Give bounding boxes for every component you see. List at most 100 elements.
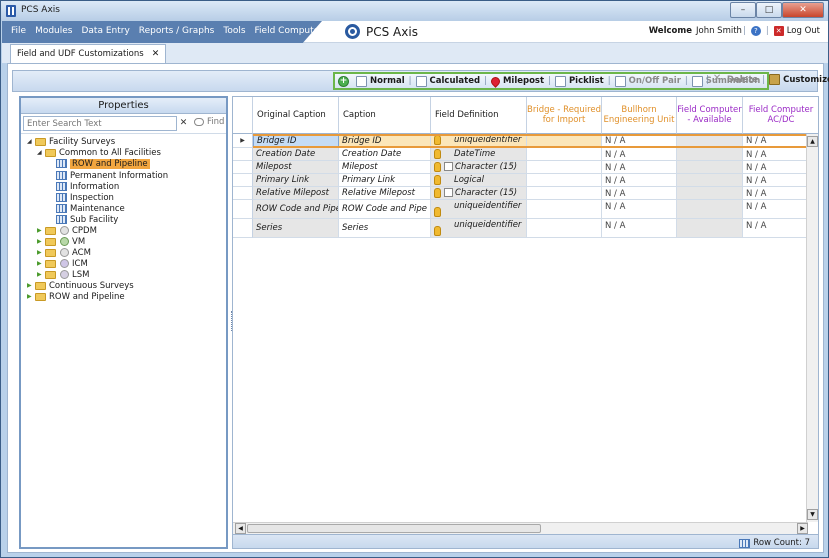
cell-caption[interactable]: Primary Link <box>339 174 431 187</box>
cell-fc-acdc[interactable]: N / A <box>743 200 808 219</box>
cell-field-definition[interactable]: Character (15) <box>431 161 527 174</box>
tree-node-cpdm[interactable]: ▶ CPDM <box>37 225 97 236</box>
cell-field-definition[interactable]: uniqueidentifier <box>431 134 527 148</box>
cell-bridge-required[interactable] <box>527 219 602 238</box>
tree-node-row-and-pipeline[interactable]: ROW and Pipeline <box>56 158 150 169</box>
cell-caption[interactable]: Milepost <box>339 161 431 174</box>
scroll-up-icon[interactable]: ▲ <box>807 136 818 147</box>
cell-bullhorn-unit[interactable]: N / A <box>602 134 677 148</box>
col-header-caption[interactable]: Caption <box>339 97 431 134</box>
scroll-left-icon[interactable]: ◀ <box>235 523 246 534</box>
vertical-scrollbar[interactable]: ▲ ▼ <box>806 134 818 522</box>
cell-fc-acdc[interactable]: N / A <box>743 134 808 148</box>
cell-fc-available[interactable] <box>677 148 743 161</box>
tree-node-icm[interactable]: ▶ ICM <box>37 258 88 269</box>
cell-fc-acdc[interactable]: N / A <box>743 187 808 200</box>
customize-button[interactable]: Customize <box>769 74 829 85</box>
scroll-right-icon[interactable]: ▶ <box>797 523 808 534</box>
cell-fc-available[interactable] <box>677 187 743 200</box>
cell-field-definition[interactable]: Character (15) <box>431 187 527 200</box>
tree-node-maintenance[interactable]: Maintenance <box>56 203 125 214</box>
cell-bullhorn-unit[interactable]: N / A <box>602 187 677 200</box>
cell-field-definition[interactable]: uniqueidentifier <box>431 200 527 219</box>
maximize-button[interactable]: □ <box>756 2 782 18</box>
tree-node-facility-surveys[interactable]: ◢ Facility Surveys <box>27 136 115 147</box>
cell-bullhorn-unit[interactable]: N / A <box>602 161 677 174</box>
cell-fc-acdc[interactable]: N / A <box>743 219 808 238</box>
delete-button[interactable]: ✕ Delete <box>713 74 758 85</box>
menu-reports-graphs[interactable]: Reports / Graphs <box>139 26 215 36</box>
horizontal-scroll-thumb[interactable] <box>247 524 541 533</box>
normal-button[interactable]: Normal <box>356 75 405 87</box>
tree-node-acm[interactable]: ▶ ACM <box>37 247 91 258</box>
cell-bridge-required[interactable] <box>527 134 602 148</box>
tree-node-inspection[interactable]: Inspection <box>56 192 114 203</box>
cell-bridge-required[interactable] <box>527 148 602 161</box>
tree-node-permanent-information[interactable]: Permanent Information <box>56 170 168 181</box>
cell-caption[interactable]: Relative Milepost <box>339 187 431 200</box>
cell-bridge-required[interactable] <box>527 174 602 187</box>
tree-node-continuous-surveys[interactable]: ▶ Continuous Surveys <box>27 280 134 291</box>
cell-original-caption[interactable]: ROW Code and Pipe <box>253 200 339 219</box>
cell-fc-available[interactable] <box>677 200 743 219</box>
help-icon[interactable]: ? <box>750 26 761 36</box>
cell-original-caption[interactable]: Series <box>253 219 339 238</box>
cell-original-caption[interactable]: Bridge ID <box>253 134 339 148</box>
cell-original-caption[interactable]: Primary Link <box>253 174 339 187</box>
cell-field-definition[interactable]: Logical <box>431 174 527 187</box>
tree-node-information[interactable]: Information <box>56 181 119 192</box>
cell-field-definition[interactable]: uniqueidentifier <box>431 219 527 238</box>
cell-bullhorn-unit[interactable]: N / A <box>602 200 677 219</box>
tree-node-common-to-all[interactable]: ◢ Common to All Facilities <box>37 147 161 158</box>
horizontal-scrollbar[interactable]: ◀ ▶ <box>233 522 808 534</box>
tree-node-row-and-pipeline-root[interactable]: ▶ ROW and Pipeline <box>27 291 125 302</box>
clear-search-icon[interactable]: ✕ <box>178 117 189 130</box>
calculated-button[interactable]: Calculated <box>415 75 480 87</box>
cell-fc-acdc[interactable]: N / A <box>743 148 808 161</box>
cell-original-caption[interactable]: Relative Milepost <box>253 187 339 200</box>
cell-bridge-required[interactable] <box>527 161 602 174</box>
close-window-button[interactable]: ✕ <box>782 2 824 18</box>
scroll-down-icon[interactable]: ▼ <box>807 509 818 520</box>
cell-bridge-required[interactable] <box>527 200 602 219</box>
row-selector-icon[interactable]: ▶ <box>233 134 253 148</box>
cell-fc-available[interactable] <box>677 219 743 238</box>
cell-caption[interactable]: ROW Code and Pipe <box>339 200 431 219</box>
menu-tools[interactable]: Tools <box>223 26 245 36</box>
onoff-pair-button[interactable]: On/Off Pair <box>614 75 681 87</box>
menu-file[interactable]: File <box>11 26 26 36</box>
cell-fc-available[interactable] <box>677 174 743 187</box>
cell-fc-acdc[interactable]: N / A <box>743 161 808 174</box>
tab-close-icon[interactable]: ✕ <box>152 49 160 59</box>
cell-caption[interactable]: Bridge ID <box>339 134 431 148</box>
menu-field-computer[interactable]: Field Computer <box>255 26 323 36</box>
add-field-button[interactable]: + <box>338 75 352 87</box>
col-header-bullhorn-unit[interactable]: Bullhorn Engineering Unit <box>602 97 677 134</box>
logout-icon[interactable]: ✕ <box>773 26 784 36</box>
tree-node-lsm[interactable]: ▶ LSM <box>37 269 89 280</box>
minimize-button[interactable]: – <box>730 2 756 18</box>
col-header-original-caption[interactable]: Original Caption <box>253 97 339 134</box>
menu-data-entry[interactable]: Data Entry <box>81 26 129 36</box>
cell-original-caption[interactable]: Milepost <box>253 161 339 174</box>
cell-fc-available[interactable] <box>677 134 743 148</box>
tree-node-vm[interactable]: ▶ VM <box>37 236 85 247</box>
tab-field-udf-customizations[interactable]: Field and UDF Customizations ✕ <box>10 44 167 63</box>
search-input[interactable] <box>23 116 177 131</box>
tree-node-sub-facility[interactable]: Sub Facility <box>56 214 118 225</box>
col-header-fc-available[interactable]: Field Computer - Available <box>677 97 743 134</box>
milepost-button[interactable]: Milepost <box>489 74 544 88</box>
cell-fc-acdc[interactable]: N / A <box>743 174 808 187</box>
cell-bullhorn-unit[interactable]: N / A <box>602 174 677 187</box>
cell-bridge-required[interactable] <box>527 187 602 200</box>
col-header-bridge-required[interactable]: Bridge - Required for Import <box>527 97 602 134</box>
col-header-field-definition[interactable]: Field Definition <box>431 97 527 134</box>
menu-modules[interactable]: Modules <box>35 26 72 36</box>
cell-original-caption[interactable]: Creation Date <box>253 148 339 161</box>
find-button[interactable]: Find <box>194 117 224 127</box>
logout-link[interactable]: Log Out <box>787 26 820 36</box>
cell-caption[interactable]: Series <box>339 219 431 238</box>
col-header-fc-acdc[interactable]: Field Computer AC/DC <box>743 97 818 134</box>
cell-caption[interactable]: Creation Date <box>339 148 431 161</box>
picklist-button[interactable]: Picklist <box>554 75 604 87</box>
